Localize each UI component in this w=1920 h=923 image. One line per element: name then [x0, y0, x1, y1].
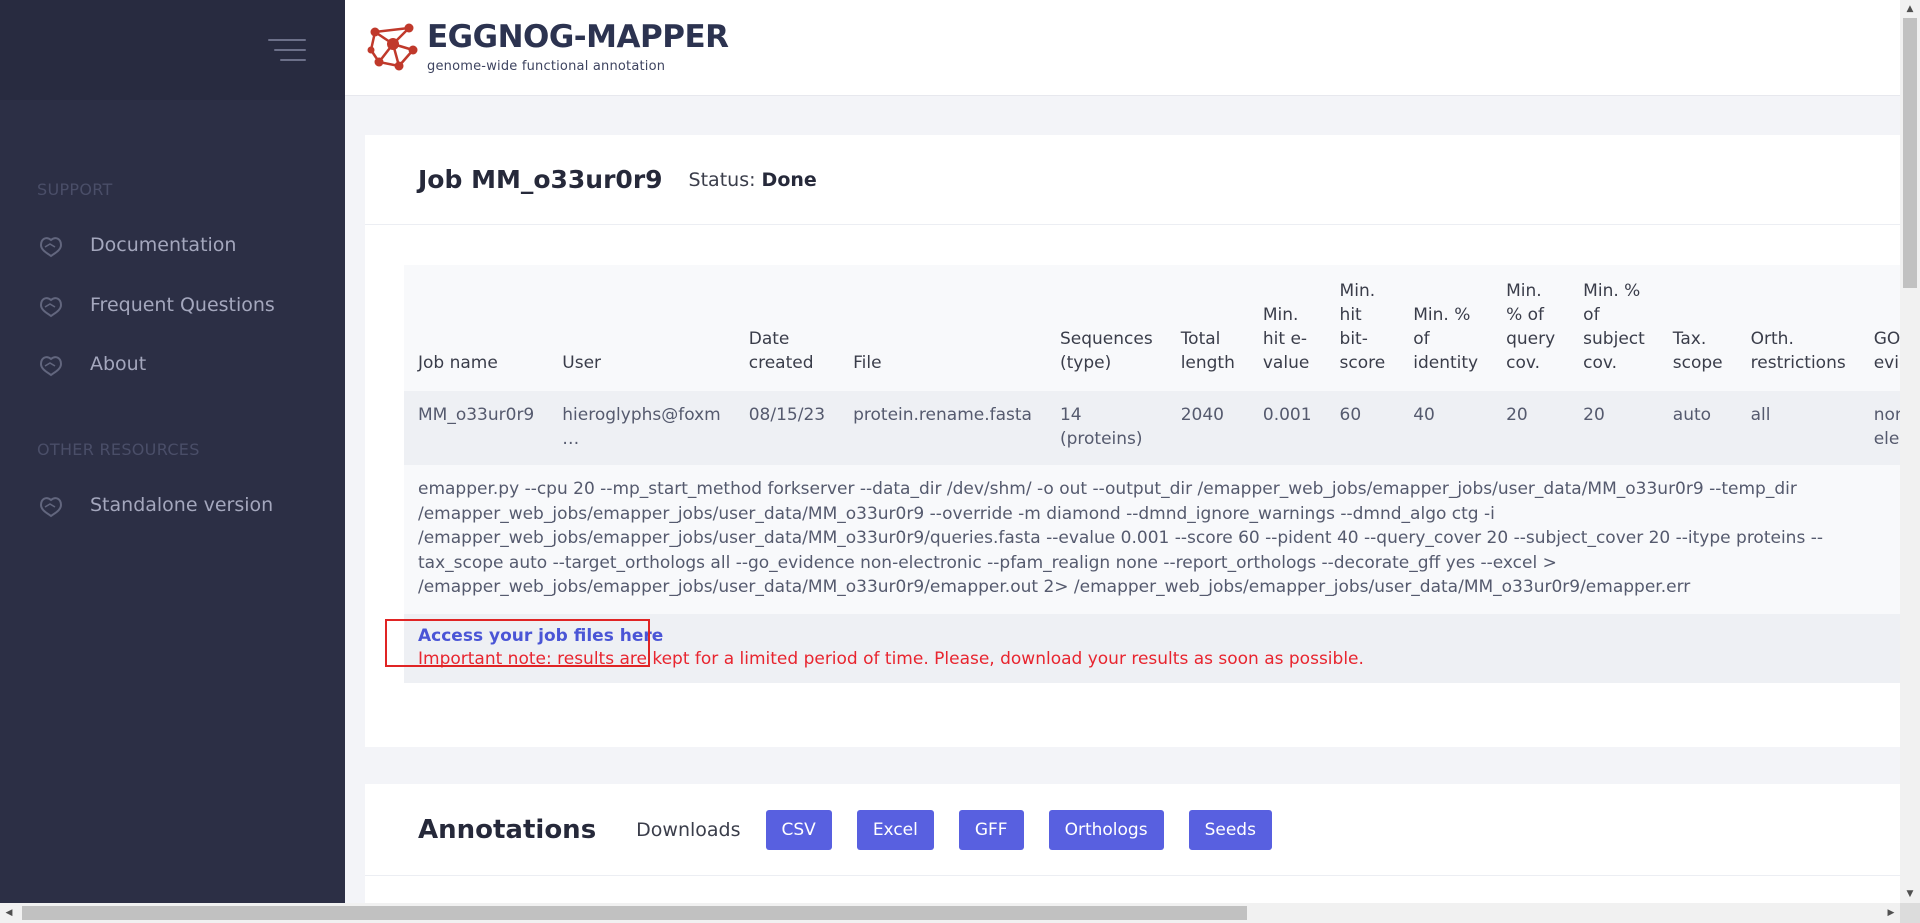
table-cell: 60	[1325, 391, 1400, 465]
column-header: Min. % of identity	[1399, 265, 1493, 391]
menu-toggle-icon[interactable]	[268, 39, 306, 63]
network-logo-icon	[367, 23, 418, 71]
column-header: Min. % of subject cov.	[1569, 265, 1659, 391]
column-header: Orth. restrictions	[1736, 265, 1860, 391]
column-header: Min. hit e-value	[1248, 265, 1326, 391]
logo-title: EGGNOG-MAPPER	[427, 19, 729, 55]
job-details: Job name User Date created File Sequence…	[404, 265, 1920, 683]
table-cell: auto	[1658, 391, 1737, 465]
sidebar-item-documentation[interactable]: Documentation	[37, 227, 236, 263]
job-card: Job MM_o33ur0r9 Status: Done Job name Us…	[365, 135, 1920, 747]
table-cell: 40	[1399, 391, 1493, 465]
table-row: MM_o33ur0r9 hieroglyphs@foxm … 08/15/23 …	[404, 391, 1920, 465]
download-orthologs-button[interactable]: Orthologs	[1048, 809, 1164, 850]
job-title: Job MM_o33ur0r9	[418, 165, 663, 194]
sidebar: SUPPORT Documentation Frequent Questions…	[0, 0, 345, 923]
logo-subtitle: genome-wide functional annotation	[427, 59, 666, 74]
column-header: Min. % of query cov.	[1492, 265, 1570, 391]
heart-hand-icon	[37, 350, 65, 378]
column-header: Min. hit bit-score	[1325, 265, 1400, 391]
table-cell: 20	[1569, 391, 1659, 465]
job-table: Job name User Date created File Sequence…	[404, 265, 1920, 465]
column-header: Sequences (type)	[1045, 265, 1167, 391]
download-seeds-button[interactable]: Seeds	[1188, 809, 1272, 850]
table-cell: hieroglyphs@foxm …	[548, 391, 735, 465]
vertical-scrollbar[interactable]: ▲ ▼	[1900, 0, 1920, 903]
annotations-title: Annotations	[418, 814, 597, 845]
column-header: File	[839, 265, 1046, 391]
horizontal-scrollbar[interactable]: ◀ ▶	[0, 903, 1900, 923]
table-cell: 14 (proteins)	[1045, 391, 1167, 465]
horizontal-scroll-thumb[interactable]	[22, 906, 1247, 920]
table-cell: all	[1736, 391, 1860, 465]
heart-hand-icon	[37, 491, 65, 519]
column-header: Total length	[1166, 265, 1249, 391]
table-cell: 0.001	[1248, 391, 1326, 465]
table-cell: 2040	[1166, 391, 1249, 465]
scroll-down-icon[interactable]: ▼	[1900, 885, 1920, 903]
emapper-command: emapper.py --cpu 20 --mp_start_method fo…	[404, 465, 1900, 614]
download-csv-button[interactable]: CSV	[765, 809, 832, 850]
eggnog-logo[interactable]: EGGNOG-MAPPER genome-wide functional ann…	[365, 18, 729, 74]
sidebar-header	[0, 0, 345, 100]
sidebar-item-label: About	[90, 353, 147, 375]
scroll-right-icon[interactable]: ▶	[1882, 903, 1900, 923]
column-header: Job name	[404, 265, 549, 391]
section-heading-resources: OTHER RESOURCES	[37, 440, 200, 459]
sidebar-item-label: Standalone version	[90, 494, 274, 516]
scroll-up-icon[interactable]: ▲	[1900, 0, 1920, 18]
column-header: Date created	[734, 265, 840, 391]
downloads-label: Downloads	[636, 818, 741, 841]
job-status: Status: Done	[689, 169, 817, 191]
annotations-card: Annotations Downloads CSV Excel GFF Orth…	[365, 784, 1900, 904]
sidebar-item-standalone[interactable]: Standalone version	[37, 487, 273, 523]
status-label: Status:	[688, 168, 756, 191]
top-header: EGGNOG-MAPPER genome-wide functional ann…	[345, 0, 1900, 96]
download-gff-button[interactable]: GFF	[958, 809, 1024, 850]
column-header: Tax. scope	[1658, 265, 1737, 391]
sidebar-item-faq[interactable]: Frequent Questions	[37, 287, 275, 323]
sidebar-item-about[interactable]: About	[37, 346, 146, 382]
status-value: Done	[761, 168, 817, 191]
section-heading-support: SUPPORT	[37, 180, 113, 199]
heart-hand-icon	[37, 291, 65, 319]
table-cell: 08/15/23	[734, 391, 840, 465]
table-header-row: Job name User Date created File Sequence…	[404, 265, 1920, 391]
access-section: Access your job files here Important not…	[404, 613, 1900, 683]
sidebar-item-label: Frequent Questions	[90, 294, 275, 316]
column-header: User	[548, 265, 735, 391]
access-job-files-link[interactable]: Access your job files here	[418, 626, 663, 646]
sidebar-item-label: Documentation	[90, 234, 237, 256]
scrollbar-corner	[1900, 903, 1920, 923]
heart-hand-icon	[37, 231, 65, 259]
scroll-left-icon[interactable]: ◀	[0, 903, 18, 923]
table-cell: protein.rename.fasta	[839, 391, 1046, 465]
annotations-header: Annotations Downloads CSV Excel GFF Orth…	[365, 784, 1900, 876]
table-cell: MM_o33ur0r9	[404, 391, 549, 465]
job-header: Job MM_o33ur0r9 Status: Done	[365, 135, 1900, 225]
retention-note: Important note: results are kept for a l…	[418, 648, 1364, 669]
table-cell: 20	[1492, 391, 1570, 465]
download-excel-button[interactable]: Excel	[856, 809, 934, 850]
vertical-scroll-thumb[interactable]	[1903, 18, 1917, 288]
